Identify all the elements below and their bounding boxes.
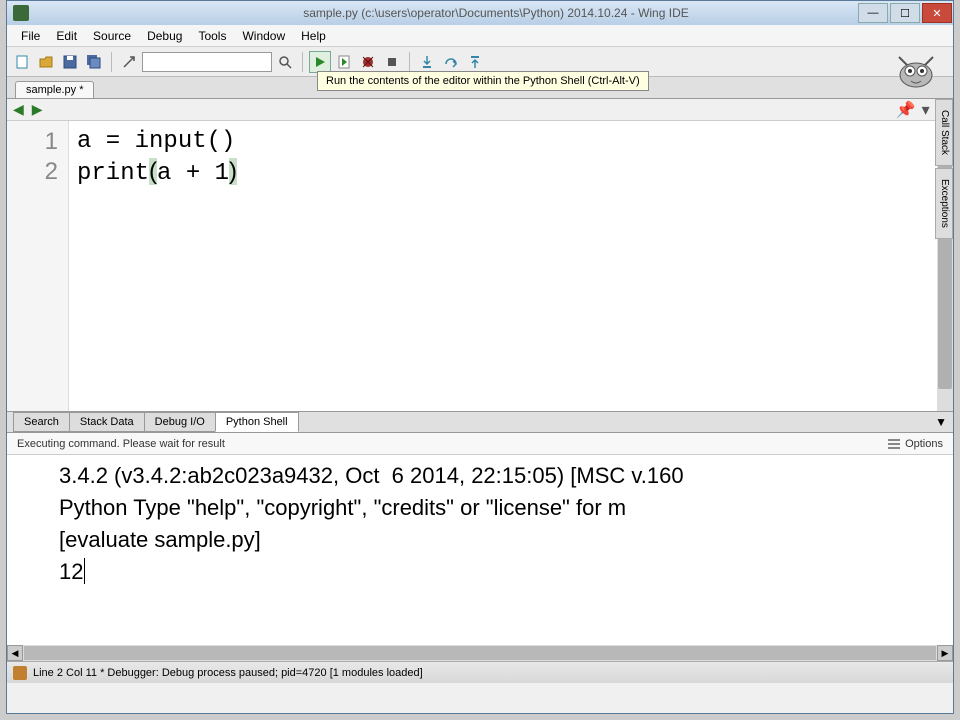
editor[interactable]: 1 2 a = input() print(a + 1) (7, 121, 953, 411)
shell-line: Python Type "help", "copyright", "credit… (59, 495, 626, 520)
pin-icon[interactable]: 📌 (896, 100, 916, 120)
side-tab-exceptions[interactable]: Exceptions (935, 168, 953, 239)
status-text: Line 2 Col 11 * Debugger: Debug process … (33, 667, 423, 679)
scroll-left-button[interactable]: ◀ (7, 645, 23, 661)
shell-line: 12 (59, 559, 85, 584)
shell-line: 3.4.2 (v3.4.2:ab2c023a9432, Oct 6 2014, … (59, 463, 684, 488)
text-cursor (84, 558, 85, 584)
stop-button[interactable] (381, 51, 403, 73)
toolbar: Run the contents of the editor within th… (7, 47, 953, 77)
side-tabs: Call Stack Exceptions (935, 99, 953, 241)
panel-tabs: Search Stack Data Debug I/O Python Shell… (7, 411, 953, 433)
scroll-track[interactable] (24, 646, 936, 660)
panel-menu-icon[interactable]: ▼ (935, 415, 947, 429)
menubar: File Edit Source Debug Tools Window Help (7, 25, 953, 47)
side-tab-call-stack[interactable]: Call Stack (935, 99, 953, 166)
shell-line: [evaluate sample.py] (59, 527, 261, 552)
titlebar-text: sample.py (c:\users\operator\Documents\P… (35, 6, 857, 20)
shell-h-scrollbar[interactable]: ◀ ▶ (7, 645, 953, 661)
minimize-button[interactable]: — (858, 3, 888, 23)
new-file-button[interactable] (11, 51, 33, 73)
run-tooltip: Run the contents of the editor within th… (317, 71, 649, 91)
panel-status-text: Executing command. Please wait for resul… (17, 438, 225, 450)
menu-debug[interactable]: Debug (139, 27, 190, 45)
open-button[interactable] (35, 51, 57, 73)
statusbar: Line 2 Col 11 * Debugger: Debug process … (7, 661, 953, 683)
line-number: 1 (7, 127, 58, 157)
tab-search[interactable]: Search (13, 412, 70, 432)
wing-logo (889, 49, 943, 93)
save-button[interactable] (59, 51, 81, 73)
debug-file-button[interactable] (333, 51, 355, 73)
menu-file[interactable]: File (13, 27, 48, 45)
status-icon (13, 666, 27, 680)
debug-button[interactable] (357, 51, 379, 73)
nav-back-button[interactable]: ◀ (11, 101, 26, 118)
goto-button[interactable] (118, 51, 140, 73)
run-button[interactable] (309, 51, 331, 73)
options-icon (887, 437, 901, 451)
editor-toolbar: ◀ ▶ 📌 ▾ ✕ (7, 99, 953, 121)
file-tab-sample[interactable]: sample.py * (15, 81, 94, 98)
menu-tools[interactable]: Tools (190, 27, 234, 45)
menu-window[interactable]: Window (234, 27, 293, 45)
nav-forward-button[interactable]: ▶ (30, 101, 45, 118)
scroll-right-button[interactable]: ▶ (937, 645, 953, 661)
titlebar: sample.py (c:\users\operator\Documents\P… (7, 1, 953, 25)
gutter: 1 2 (7, 121, 69, 411)
menu-edit[interactable]: Edit (48, 27, 85, 45)
panel-header: Executing command. Please wait for resul… (7, 433, 953, 455)
app-icon (13, 5, 29, 21)
tab-stack-data[interactable]: Stack Data (69, 412, 145, 432)
search-button[interactable] (274, 51, 296, 73)
expand-icon[interactable]: ▾ (922, 100, 930, 120)
tab-python-shell[interactable]: Python Shell (215, 412, 299, 432)
maximize-button[interactable]: ☐ (890, 3, 920, 23)
menu-source[interactable]: Source (85, 27, 139, 45)
step-over-button[interactable] (440, 51, 462, 73)
save-all-button[interactable] (83, 51, 105, 73)
step-into-button[interactable] (416, 51, 438, 73)
options-button[interactable]: Options (887, 437, 943, 451)
code-content[interactable]: a = input() print(a + 1) (69, 121, 953, 411)
python-shell[interactable]: 3.4.2 (v3.4.2:ab2c023a9432, Oct 6 2014, … (7, 455, 953, 645)
line-number: 2 (7, 157, 58, 187)
menu-help[interactable]: Help (293, 27, 334, 45)
tab-debug-io[interactable]: Debug I/O (144, 412, 216, 432)
close-button[interactable]: ✕ (922, 3, 952, 23)
search-input[interactable] (142, 52, 272, 72)
app-window: sample.py (c:\users\operator\Documents\P… (6, 0, 954, 714)
step-out-button[interactable] (464, 51, 486, 73)
